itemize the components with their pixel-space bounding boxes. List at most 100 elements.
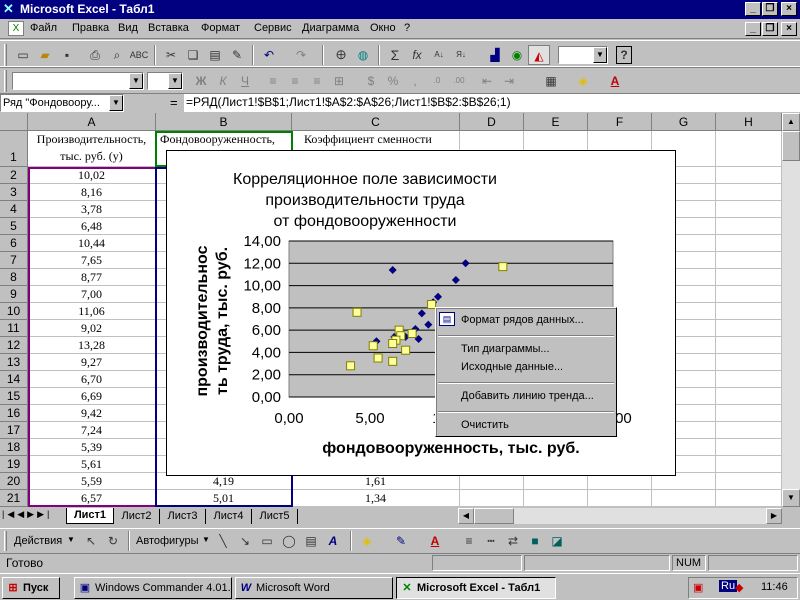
sort-desc-icon[interactable]: Я↓ xyxy=(450,45,472,65)
cell-empty[interactable] xyxy=(716,354,782,371)
menu-view[interactable]: Вид xyxy=(118,22,138,34)
cell-a[interactable]: 6,48 xyxy=(28,218,156,235)
series2-point[interactable] xyxy=(346,361,356,371)
cell-a[interactable]: 9,02 xyxy=(28,320,156,337)
cell-empty[interactable] xyxy=(716,456,782,473)
tab-sheet2[interactable]: Лист2 xyxy=(114,509,160,524)
row-header[interactable]: 17 xyxy=(0,422,28,439)
cell-empty[interactable] xyxy=(716,303,782,320)
cell-a[interactable]: 6,69 xyxy=(28,388,156,405)
actions-chevron-icon[interactable]: ▼ xyxy=(67,535,75,544)
redo-icon[interactable]: ↷ xyxy=(290,45,312,65)
cell-a[interactable]: 5,61 xyxy=(28,456,156,473)
menu-tools[interactable]: Сервис xyxy=(254,22,292,34)
cell-b[interactable]: 5,01 xyxy=(156,490,292,507)
col-header-g[interactable]: G xyxy=(652,113,716,131)
print-icon[interactable]: ⎙ xyxy=(84,45,106,65)
inc-decimal-icon[interactable]: .0 xyxy=(426,71,448,91)
minimize-button[interactable]: _ xyxy=(745,2,761,16)
cell-c[interactable]: 1,34 xyxy=(292,490,460,507)
actions-menu[interactable]: Действия xyxy=(14,535,62,547)
row-header[interactable]: 11 xyxy=(0,320,28,337)
cell-empty[interactable] xyxy=(716,439,782,456)
scroll-up-icon[interactable]: ▲ xyxy=(782,113,800,131)
scroll-right-icon[interactable]: ▶ xyxy=(766,508,782,524)
row-header[interactable]: 16 xyxy=(0,405,28,422)
web-icon[interactable]: ◍ xyxy=(352,45,374,65)
row-header[interactable]: 18 xyxy=(0,439,28,456)
ctx-chart-type[interactable]: Тип диаграммы... xyxy=(461,343,550,355)
cell-a[interactable]: 7,00 xyxy=(28,286,156,303)
draw-font-color-icon[interactable]: A xyxy=(424,531,446,551)
row-header[interactable]: 5 xyxy=(0,218,28,235)
help-icon[interactable]: ? xyxy=(616,46,632,64)
header-cell-a[interactable]: Производительность, тыс. руб. (у) xyxy=(28,131,156,167)
row-header[interactable]: 19 xyxy=(0,456,28,473)
cell-a[interactable]: 13,28 xyxy=(28,337,156,354)
open-icon[interactable]: ▰ xyxy=(34,45,56,65)
tab-sheet4[interactable]: Лист4 xyxy=(206,509,252,524)
series2-point[interactable] xyxy=(373,353,383,363)
draw-fill-color-icon[interactable]: ◈ xyxy=(356,531,378,551)
function-icon[interactable]: fx xyxy=(406,45,428,65)
col-header-e[interactable]: E xyxy=(524,113,588,131)
merge-center-icon[interactable]: ⊞ xyxy=(328,71,350,91)
task-excel[interactable]: ✕ Microsoft Excel - Табл1 xyxy=(396,577,556,599)
row-header[interactable]: 20 xyxy=(0,473,28,490)
autosum-icon[interactable]: Σ xyxy=(384,45,406,65)
hyperlink-icon[interactable]: 🜨 xyxy=(330,45,352,65)
cell-empty[interactable] xyxy=(716,184,782,201)
menu-chart[interactable]: Диаграмма xyxy=(302,22,359,34)
scroll-left-icon[interactable]: ◀ xyxy=(458,508,474,524)
wordart-icon[interactable]: A xyxy=(322,531,344,551)
cell-a[interactable]: 7,24 xyxy=(28,422,156,439)
tab-scroll-icons[interactable]: |◀◀▶▶| xyxy=(2,509,52,520)
cell-empty[interactable] xyxy=(716,371,782,388)
cell-a[interactable]: 11,06 xyxy=(28,303,156,320)
3d-icon[interactable]: ◪ xyxy=(546,531,568,551)
cell-a[interactable]: 10,02 xyxy=(28,167,156,184)
cell-a[interactable]: 6,70 xyxy=(28,371,156,388)
task-windows-commander[interactable]: ▣ Windows Commander 4.01... xyxy=(74,577,232,599)
menu-insert[interactable]: Вставка xyxy=(148,22,189,34)
arrow-style-icon[interactable]: ⇄ xyxy=(502,531,524,551)
col-header-d[interactable]: D xyxy=(460,113,524,131)
cell-a[interactable]: 9,42 xyxy=(28,405,156,422)
col-header-c[interactable]: C xyxy=(292,113,460,131)
series2-point[interactable] xyxy=(368,341,378,351)
cell-a[interactable]: 5,39 xyxy=(28,439,156,456)
horizontal-scrollbar[interactable]: ◀ ▶ xyxy=(458,508,782,524)
hscroll-thumb[interactable] xyxy=(474,508,514,524)
menu-format[interactable]: Формат xyxy=(201,22,240,34)
menu-help[interactable]: ? xyxy=(404,22,410,34)
oval-icon[interactable]: ◯ xyxy=(278,531,300,551)
row-header[interactable]: 10 xyxy=(0,303,28,320)
col-header-f[interactable]: F xyxy=(588,113,652,131)
chart-wizard-icon[interactable]: ▟ xyxy=(484,45,506,65)
dash-style-icon[interactable]: ┅ xyxy=(480,531,502,551)
line-icon[interactable]: ╲ xyxy=(212,531,234,551)
paste-icon[interactable]: ▤ xyxy=(204,45,226,65)
doc-minimize-button[interactable]: _ xyxy=(745,22,761,36)
col-header-h[interactable]: H xyxy=(716,113,782,131)
ctx-add-trendline[interactable]: Добавить линию тренда... xyxy=(461,390,594,402)
preview-icon[interactable]: ⌕ xyxy=(106,45,128,65)
dec-decimal-icon[interactable]: .00 xyxy=(448,71,470,91)
textbox-icon[interactable]: ▤ xyxy=(300,531,322,551)
percent-icon[interactable]: % xyxy=(382,71,404,91)
ctx-source-data[interactable]: Исходные данные... xyxy=(461,361,563,373)
cell-empty[interactable] xyxy=(716,320,782,337)
row-header[interactable]: 8 xyxy=(0,269,28,286)
cell-empty[interactable] xyxy=(716,201,782,218)
cell-empty[interactable] xyxy=(716,218,782,235)
task-word[interactable]: W Microsoft Word xyxy=(235,577,393,599)
dec-indent-icon[interactable]: ⇤ xyxy=(476,71,498,91)
autoshapes-menu[interactable]: Автофигуры xyxy=(136,535,199,547)
save-icon[interactable]: ▪ xyxy=(56,45,78,65)
font-color-icon[interactable]: A xyxy=(604,71,626,91)
line-style-icon[interactable]: ≡ xyxy=(458,531,480,551)
currency-icon[interactable]: $ xyxy=(360,71,382,91)
menu-file[interactable]: Файл xyxy=(30,22,57,34)
row-header[interactable]: 13 xyxy=(0,354,28,371)
ctx-clear[interactable]: Очистить xyxy=(461,419,509,431)
